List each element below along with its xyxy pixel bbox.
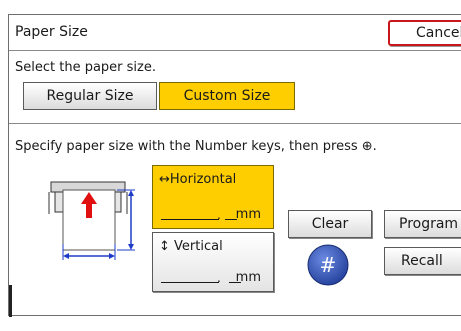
hash-key-label: #	[320, 253, 337, 277]
vertical-size-field[interactable]: ↕ Vertical . mm	[152, 232, 274, 292]
horizontal-size-field[interactable]: ↔Horizontal . mm	[152, 165, 274, 229]
title-bar: Paper Size Cancel	[9, 15, 461, 51]
clear-button[interactable]: Clear	[288, 210, 372, 238]
horizontal-value: .	[217, 208, 221, 222]
paper-tray-diagram-icon	[48, 181, 135, 260]
horizontal-integer-underline	[161, 219, 219, 220]
paper-size-dialog: Paper Size Cancel Select the paper size.…	[8, 14, 461, 317]
regular-size-button[interactable]: Regular Size	[23, 82, 157, 110]
horizontal-label: ↔Horizontal	[159, 172, 237, 187]
instruction-text: Specify paper size with the Number keys,…	[15, 139, 377, 154]
vertical-integer-underline	[161, 282, 219, 283]
paper-size-select-section: Select the paper size. Regular Size Cust…	[9, 52, 461, 124]
program-button[interactable]: Program	[384, 210, 461, 238]
cancel-button[interactable]: Cancel	[388, 20, 461, 46]
dialog-title: Paper Size	[15, 24, 88, 40]
select-paper-size-label: Select the paper size.	[15, 60, 156, 75]
horizontal-unit: mm	[235, 207, 261, 222]
recall-button[interactable]: Recall	[384, 247, 461, 275]
vertical-label: ↕ Vertical	[159, 239, 223, 254]
vertical-unit: mm	[235, 270, 261, 285]
custom-size-button[interactable]: Custom Size	[159, 82, 295, 110]
vertical-value: .	[217, 271, 221, 285]
hash-key-button[interactable]: #	[306, 243, 350, 287]
left-edge-bar	[9, 285, 12, 317]
